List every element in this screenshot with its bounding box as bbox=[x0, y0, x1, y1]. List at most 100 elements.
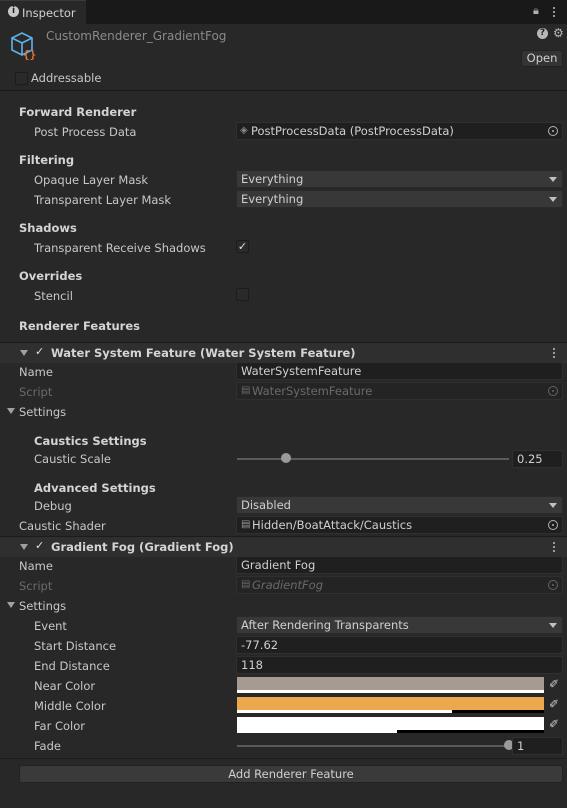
shader-icon: ▤ bbox=[241, 519, 251, 530]
event-dropdown[interactable]: After Rendering Transparents bbox=[236, 616, 563, 634]
water-script-label: Script bbox=[19, 385, 53, 399]
fade-slider-track[interactable] bbox=[237, 745, 509, 747]
middle-color-swatch[interactable] bbox=[237, 697, 544, 713]
water-name-value: WaterSystemFeature bbox=[241, 364, 362, 378]
transparent-layer-mask-value: Everything bbox=[241, 192, 304, 206]
transparent-layer-mask-label: Transparent Layer Mask bbox=[34, 193, 172, 207]
svg-text:{}: {} bbox=[23, 48, 36, 61]
event-value: After Rendering Transparents bbox=[241, 618, 409, 632]
post-process-data-label: Post Process Data bbox=[34, 125, 137, 139]
addressable-checkbox[interactable] bbox=[15, 72, 28, 85]
object-picker-icon bbox=[548, 386, 558, 396]
event-label: Event bbox=[34, 619, 67, 633]
middle-alpha-bar-white bbox=[237, 710, 452, 713]
fog-script-value: GradientFog bbox=[252, 578, 324, 592]
stencil-checkbox[interactable] bbox=[236, 288, 249, 301]
dropdown-arrow-icon bbox=[549, 623, 557, 628]
water-system-feature-header[interactable]: ✓ Water System Feature (Water System Fea… bbox=[0, 342, 567, 363]
water-name-field[interactable]: WaterSystemFeature bbox=[236, 362, 563, 380]
eyedropper-icon[interactable]: ✐ bbox=[547, 677, 561, 691]
near-alpha-bar bbox=[237, 690, 544, 693]
opaque-layer-mask-label: Opaque Layer Mask bbox=[34, 173, 149, 187]
gradient-fog-menu-icon[interactable] bbox=[553, 542, 556, 554]
gradient-fog-feature-header[interactable]: ✓ Gradient Fog (Gradient Fog) bbox=[0, 536, 567, 557]
stencil-label: Stencil bbox=[34, 289, 73, 303]
overrides-header: Overrides bbox=[19, 269, 83, 283]
water-settings-label[interactable]: Settings bbox=[19, 405, 66, 419]
water-settings-foldout-icon[interactable] bbox=[7, 408, 15, 414]
transparent-layer-mask-dropdown[interactable]: Everything bbox=[236, 190, 563, 208]
lock-icon[interactable]: 🔒︎ bbox=[533, 4, 539, 18]
fade-field[interactable]: 1 bbox=[512, 737, 563, 755]
window-menu-icon[interactable] bbox=[553, 7, 556, 19]
water-feature-enabled-checkbox[interactable]: ✓ bbox=[35, 345, 44, 358]
start-distance-label: Start Distance bbox=[34, 639, 117, 653]
far-color-label: Far Color bbox=[34, 719, 86, 733]
post-process-data-field[interactable]: ◈ PostProcessData (PostProcessData) bbox=[236, 122, 563, 140]
object-picker-icon[interactable] bbox=[548, 520, 558, 530]
far-alpha-bar-white bbox=[237, 730, 397, 733]
caustic-shader-field[interactable]: ▤ Hidden/BoatAttack/Caustics bbox=[236, 516, 563, 534]
gradient-fog-title: Gradient Fog (Gradient Fog) bbox=[51, 540, 234, 554]
opaque-layer-mask-value: Everything bbox=[241, 172, 304, 186]
transparent-receive-shadows-checkbox[interactable]: ✓ bbox=[236, 240, 249, 253]
advanced-settings-header: Advanced Settings bbox=[34, 481, 156, 495]
foldout-arrow-icon[interactable] bbox=[20, 350, 28, 356]
fade-value: 1 bbox=[517, 739, 525, 753]
foldout-arrow-icon[interactable] bbox=[20, 544, 28, 550]
help-icon[interactable]: ? bbox=[537, 28, 548, 39]
dropdown-arrow-icon bbox=[549, 197, 557, 202]
transparent-receive-shadows-label: Transparent Receive Shadows bbox=[34, 241, 206, 255]
eyedropper-icon[interactable]: ✐ bbox=[547, 697, 561, 711]
presets-icon[interactable]: ⚙︎ bbox=[553, 26, 564, 40]
end-distance-field[interactable]: 118 bbox=[236, 656, 563, 674]
debug-value: Disabled bbox=[241, 498, 291, 512]
debug-dropdown[interactable]: Disabled bbox=[236, 496, 563, 514]
scriptable-object-icon: {} bbox=[11, 32, 36, 61]
post-process-data-value: PostProcessData (PostProcessData) bbox=[251, 124, 454, 138]
near-color-swatch[interactable] bbox=[237, 677, 544, 693]
forward-renderer-header: Forward Renderer bbox=[19, 105, 137, 119]
caustic-shader-label: Caustic Shader bbox=[19, 519, 106, 533]
fog-script-field: ▤ GradientFog bbox=[236, 576, 563, 594]
water-feature-title: Water System Feature (Water System Featu… bbox=[51, 346, 356, 360]
far-alpha-bar-black bbox=[397, 730, 544, 733]
script-file-icon: ▤ bbox=[241, 579, 251, 590]
filtering-header: Filtering bbox=[19, 153, 75, 167]
info-icon: i bbox=[8, 6, 19, 17]
inspector-tab[interactable]: i Inspector bbox=[0, 0, 86, 25]
caustic-scale-label: Caustic Scale bbox=[34, 452, 111, 466]
caustic-shader-value: Hidden/BoatAttack/Caustics bbox=[252, 518, 413, 532]
caustic-scale-slider-track[interactable] bbox=[237, 458, 509, 460]
fog-settings-foldout-icon[interactable] bbox=[7, 602, 15, 608]
open-button[interactable]: Open bbox=[521, 50, 563, 67]
fog-name-label: Name bbox=[19, 559, 53, 573]
fog-name-value: Gradient Fog bbox=[241, 558, 316, 572]
start-distance-field[interactable]: -77.62 bbox=[236, 636, 563, 654]
features-separator bbox=[0, 758, 567, 759]
dropdown-arrow-icon bbox=[549, 177, 557, 182]
debug-label: Debug bbox=[34, 499, 72, 513]
inspector-tab-label: Inspector bbox=[22, 6, 76, 20]
near-color-label: Near Color bbox=[34, 679, 96, 693]
water-script-value: WaterSystemFeature bbox=[252, 384, 373, 398]
far-color-swatch[interactable] bbox=[237, 717, 544, 733]
end-distance-value: 118 bbox=[241, 658, 263, 672]
water-script-field: ▤ WaterSystemFeature bbox=[236, 382, 563, 400]
caustic-scale-slider-thumb[interactable] bbox=[280, 453, 291, 463]
opaque-layer-mask-dropdown[interactable]: Everything bbox=[236, 170, 563, 188]
fog-settings-label[interactable]: Settings bbox=[19, 599, 66, 613]
post-process-asset-icon: ◈ bbox=[240, 125, 248, 136]
water-feature-menu-icon[interactable] bbox=[553, 348, 556, 360]
window-tab-bar: i Inspector 🔒︎ bbox=[0, 0, 567, 25]
add-renderer-feature-button[interactable]: Add Renderer Feature bbox=[19, 765, 563, 783]
gradient-fog-enabled-checkbox[interactable]: ✓ bbox=[35, 539, 44, 552]
fog-name-field[interactable]: Gradient Fog bbox=[236, 556, 563, 574]
start-distance-value: -77.62 bbox=[241, 638, 279, 652]
water-name-label: Name bbox=[19, 365, 53, 379]
object-picker-icon[interactable] bbox=[548, 126, 558, 136]
caustic-scale-field[interactable]: 0.25 bbox=[512, 450, 563, 468]
eyedropper-icon[interactable]: ✐ bbox=[547, 717, 561, 731]
dropdown-arrow-icon bbox=[549, 503, 557, 508]
shadows-header: Shadows bbox=[19, 221, 77, 235]
